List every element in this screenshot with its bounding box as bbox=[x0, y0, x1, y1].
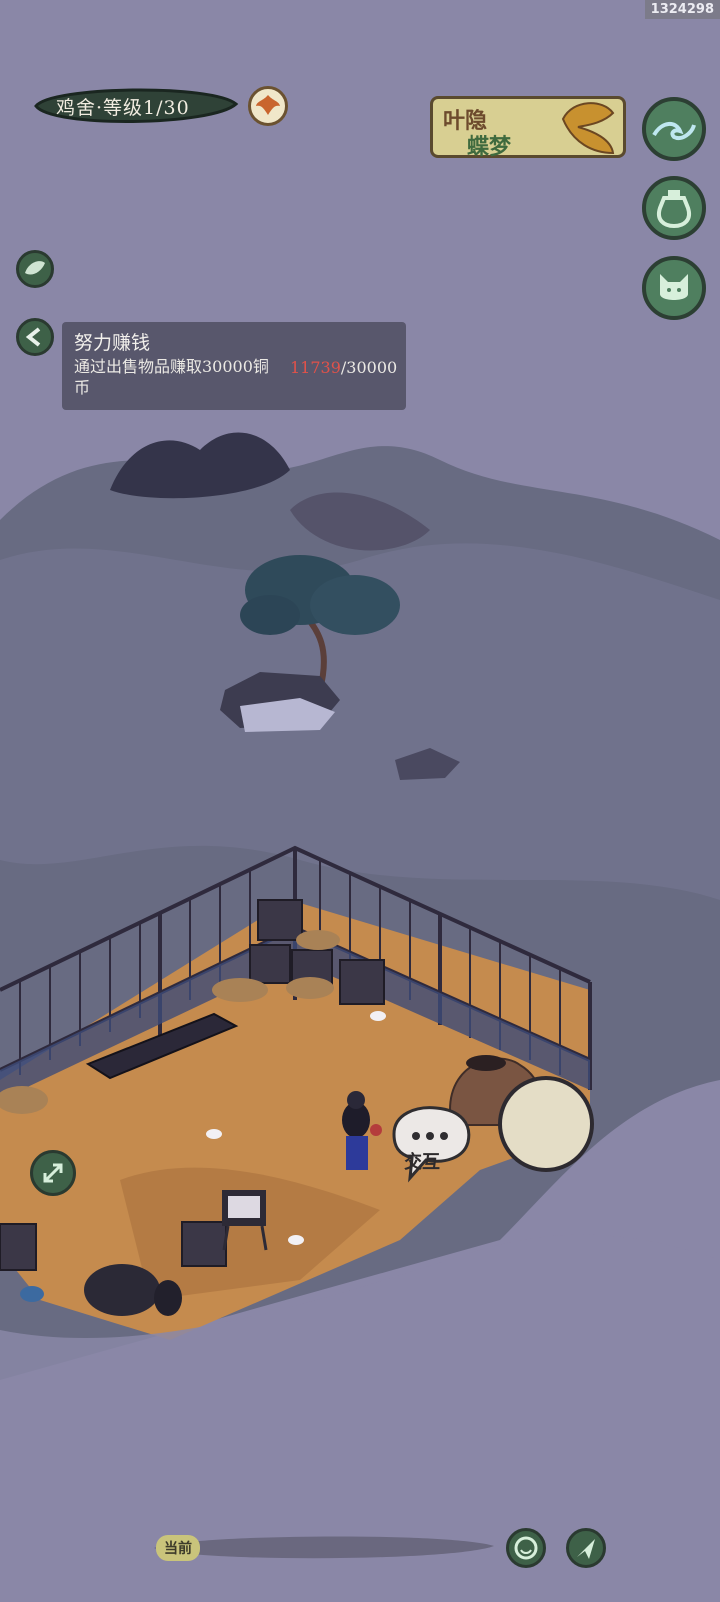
quest-progress: 11739/30000 bbox=[290, 358, 397, 377]
leaf-icon bbox=[25, 261, 45, 275]
event-title-line2: 蝶梦 bbox=[467, 134, 512, 160]
emoji-button[interactable] bbox=[506, 1528, 546, 1568]
interaction-ring bbox=[498, 1076, 594, 1172]
collapse-quest-button[interactable] bbox=[16, 318, 54, 356]
pot-icon bbox=[657, 190, 691, 229]
expand-arrows-icon bbox=[43, 1163, 63, 1183]
phoenix-icon bbox=[256, 95, 280, 115]
expand-view-button[interactable] bbox=[30, 1150, 76, 1196]
phoenix-badge-button[interactable] bbox=[248, 86, 288, 126]
quest-panel[interactable]: 努力赚钱 通过出售物品赚取30000铜币 11739/30000 bbox=[62, 322, 406, 410]
building-level-label[interactable]: 鸡舍·等级1/30 bbox=[32, 82, 240, 130]
watermark-id: 1324298 bbox=[644, 0, 720, 19]
channel-tag: 当前 bbox=[156, 1535, 200, 1561]
quest-title: 努力赚钱 bbox=[74, 332, 151, 354]
quest-progress-current: 11739 bbox=[290, 358, 341, 377]
interact-button[interactable]: 交互 bbox=[386, 1104, 476, 1184]
pot-menu-button[interactable] bbox=[642, 176, 706, 240]
interact-label: 交互 bbox=[404, 1152, 440, 1173]
quest-description: 通过出售物品赚取30000铜币 bbox=[74, 357, 269, 397]
chat-bar[interactable]: 当前 bbox=[150, 1528, 498, 1566]
level-text: 鸡舍·等级1/30 bbox=[56, 97, 190, 119]
wave-menu-button[interactable] bbox=[642, 97, 706, 161]
quest-progress-total: /30000 bbox=[340, 358, 398, 377]
ink-bar-background bbox=[154, 1536, 494, 1559]
smiley-icon bbox=[514, 1536, 538, 1560]
cat-icon bbox=[660, 274, 688, 300]
wave-icon bbox=[652, 122, 696, 140]
send-button[interactable] bbox=[566, 1528, 606, 1568]
event-banner-button[interactable]: 叶隐 蝶梦 bbox=[430, 96, 626, 160]
leaf-toggle-button[interactable] bbox=[16, 250, 54, 288]
chevron-left-icon bbox=[25, 327, 41, 347]
game-scene bbox=[0, 432, 720, 1602]
butterfly-icon bbox=[561, 102, 615, 155]
cat-menu-button[interactable] bbox=[642, 256, 706, 320]
send-arrow-icon bbox=[577, 1539, 595, 1559]
